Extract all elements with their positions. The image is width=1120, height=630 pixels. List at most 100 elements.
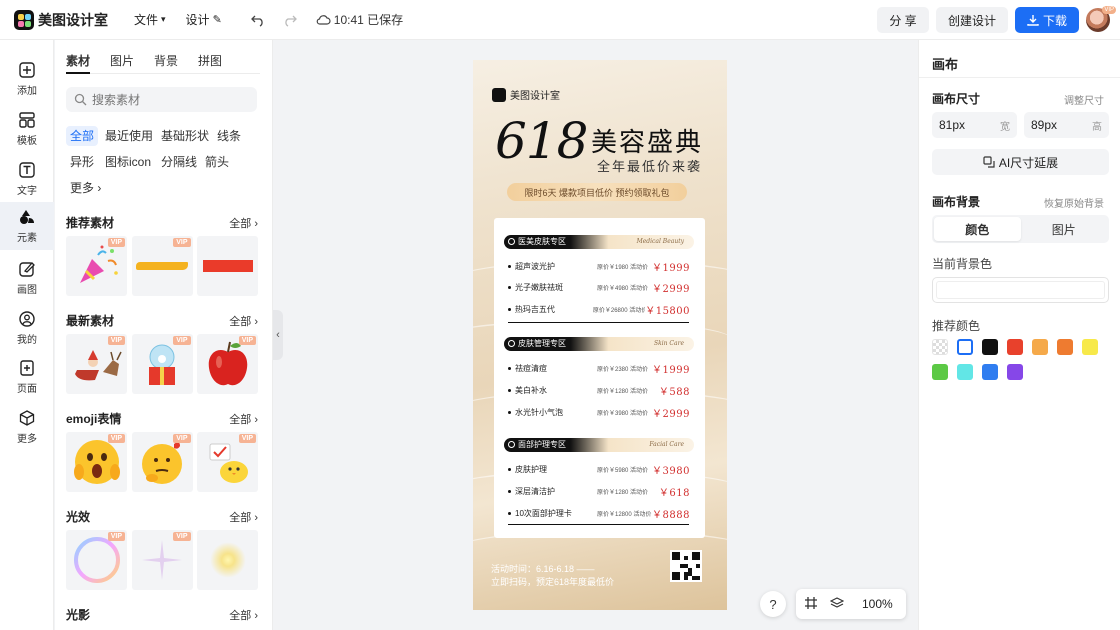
top-bar: 美图设计室 文件 ▾ 设计 ✎ 10:41 已保存 分 享 创建设计 下载 VI… — [0, 0, 1120, 40]
thumb-sparkle-star[interactable]: VIP — [131, 530, 193, 590]
ai-resize-label: AI尺寸延展 — [998, 155, 1059, 170]
item-original-price: 原价￥3980 活动价 — [597, 410, 649, 417]
rail-mine[interactable]: 我的 — [0, 304, 54, 352]
thumb-bubble-ring[interactable]: VIP — [66, 530, 127, 590]
color-swatch[interactable] — [1032, 339, 1048, 355]
rail-more[interactable]: 更多 — [0, 403, 54, 451]
thumb-red-apple[interactable]: VIP — [197, 334, 258, 394]
red-bar-shape — [202, 260, 253, 272]
thumb-snow-globe[interactable]: VIP — [131, 334, 193, 394]
thumb-red-bar[interactable] — [197, 236, 258, 296]
chip-dividers[interactable]: 分隔线 — [157, 152, 201, 172]
app-logo[interactable]: 美图设计室 — [14, 9, 108, 30]
download-button[interactable]: 下载 — [1015, 7, 1079, 33]
chip-basic-shapes[interactable]: 基础形状 — [157, 126, 213, 146]
search-box[interactable] — [66, 87, 257, 112]
height-field[interactable]: 89px 高 — [1024, 112, 1109, 138]
item-original-price: 原价￥26800 活动价 — [592, 307, 646, 314]
chip-arrows[interactable]: 箭头 — [201, 152, 233, 172]
color-swatch[interactable] — [1007, 339, 1023, 355]
chip-more[interactable]: 更多 › — [66, 178, 105, 198]
collapse-panel-button[interactable]: ‹ — [273, 310, 283, 360]
chip-icons[interactable]: 图标icon — [101, 152, 155, 172]
vip-badge: VIP — [238, 336, 256, 345]
qr-code[interactable] — [670, 550, 702, 582]
rail-add[interactable]: 添加 — [0, 55, 54, 103]
section-all-link[interactable]: 全部 › — [229, 215, 258, 231]
thumb-shocked-emoji[interactable]: VIP — [66, 432, 127, 492]
color-swatch[interactable] — [932, 339, 948, 355]
help-button[interactable]: ? — [760, 591, 786, 617]
thinking-emoji-icon — [142, 442, 182, 484]
chip-all[interactable]: 全部 — [66, 126, 99, 146]
tab-backgrounds[interactable]: 背景 — [154, 52, 178, 74]
canvas-size-label: 画布尺寸 — [932, 92, 981, 106]
section-all-link[interactable]: 全部 › — [229, 509, 258, 525]
color-swatch[interactable] — [957, 364, 973, 380]
poster-call-to-action[interactable]: 立即扫码，预定618年度最低价 — [491, 575, 614, 588]
current-color-picker[interactable] — [932, 277, 1109, 303]
section-all-link[interactable]: 全部 › — [229, 607, 258, 623]
poster-title[interactable]: 美容盛典 — [591, 122, 703, 159]
seg-image[interactable]: 图片 — [1021, 217, 1108, 241]
thumb-row: VIP VIP VIP — [66, 432, 258, 492]
color-swatch[interactable] — [957, 339, 973, 355]
poster-strip[interactable]: 限时6天 爆款项目低价 预约领取礼包 — [507, 183, 687, 201]
item-original-price: 原价￥2380 活动价 — [597, 366, 649, 373]
color-swatch[interactable] — [1007, 364, 1023, 380]
tab-images[interactable]: 图片 — [110, 52, 134, 74]
width-value: 81px — [939, 118, 966, 132]
poster-brand[interactable]: 美图设计室 — [492, 87, 560, 102]
color-swatch[interactable] — [932, 364, 948, 380]
redo-icon[interactable] — [280, 10, 300, 30]
create-design-button[interactable]: 创建设计 — [936, 7, 1008, 33]
grid-icon[interactable] — [804, 596, 818, 613]
rail-page[interactable]: 页面 — [0, 353, 54, 401]
thumb-glow-flare[interactable] — [197, 530, 258, 590]
restore-bg-link[interactable]: 恢复原始背景 — [1044, 195, 1104, 210]
tab-collage[interactable]: 拼图 — [198, 52, 222, 74]
thumb-yellow-brush[interactable]: VIP — [131, 236, 193, 296]
layers-icon[interactable] — [829, 596, 845, 613]
thumb-chick-emoji[interactable]: VIP — [197, 432, 258, 492]
tab-materials[interactable]: 素材 — [66, 52, 91, 74]
rail-text[interactable]: 文字 — [0, 155, 54, 203]
poster-618[interactable]: 618 — [495, 112, 588, 170]
color-swatch[interactable] — [982, 339, 998, 355]
chip-irregular[interactable]: 异形 — [66, 152, 98, 172]
divider — [919, 77, 1120, 78]
poster-subtitle[interactable]: 全年最低价来袭 — [597, 156, 702, 175]
rail-draw[interactable]: 画图 — [0, 254, 54, 302]
color-swatch[interactable] — [982, 364, 998, 380]
search-input[interactable] — [92, 92, 242, 107]
section-all-link[interactable]: 全部 › — [229, 313, 258, 329]
chip-lines[interactable]: 线条 — [213, 126, 245, 146]
adjust-size-link[interactable]: 调整尺寸 — [1064, 92, 1104, 107]
poster-event-time[interactable]: 活动时间：6.16-6.18 —— — [491, 562, 595, 575]
chip-recent[interactable]: 最近使用 — [101, 126, 157, 146]
item-price: ￥3980 — [652, 465, 690, 477]
thumb-santa-sleigh[interactable]: VIP — [66, 334, 127, 394]
menu-design[interactable]: 设计 ✎ — [186, 11, 222, 28]
section-all-link[interactable]: 全部 › — [229, 411, 258, 427]
color-swatch[interactable] — [1082, 339, 1098, 355]
avatar[interactable]: VIP — [1086, 6, 1116, 32]
price-card[interactable]: 医美皮肤专区 Medical Beauty 超声波光护 原价￥1980 活动价 ￥1… — [494, 218, 705, 538]
thumb-thinking-emoji[interactable]: VIP — [131, 432, 193, 492]
seg-color[interactable]: 颜色 — [934, 217, 1021, 241]
menu-file[interactable]: 文件 ▾ — [134, 11, 166, 28]
share-button[interactable]: 分 享 — [877, 7, 929, 33]
color-swatch[interactable] — [1057, 339, 1073, 355]
design-canvas[interactable]: 美图设计室 618 美容盛典 全年最低价来袭 限时6天 爆款项目低价 预约领取礼… — [473, 60, 727, 610]
rail-element[interactable]: 元素 — [0, 202, 54, 250]
section-title: 光影 — [66, 608, 91, 622]
ai-resize-button[interactable]: AI尺寸延展 — [932, 149, 1109, 175]
thumb-party-popper[interactable]: VIP — [66, 236, 127, 296]
rail-template[interactable]: 模板 — [0, 105, 54, 153]
item-name: 超声波光护 — [515, 261, 555, 271]
width-field[interactable]: 81px 宽 — [932, 112, 1017, 138]
undo-icon[interactable] — [248, 10, 268, 30]
zoom-level[interactable]: 100% — [862, 597, 893, 611]
cloud-icon — [316, 14, 331, 25]
chevron-down-icon: ▾ — [161, 14, 166, 24]
